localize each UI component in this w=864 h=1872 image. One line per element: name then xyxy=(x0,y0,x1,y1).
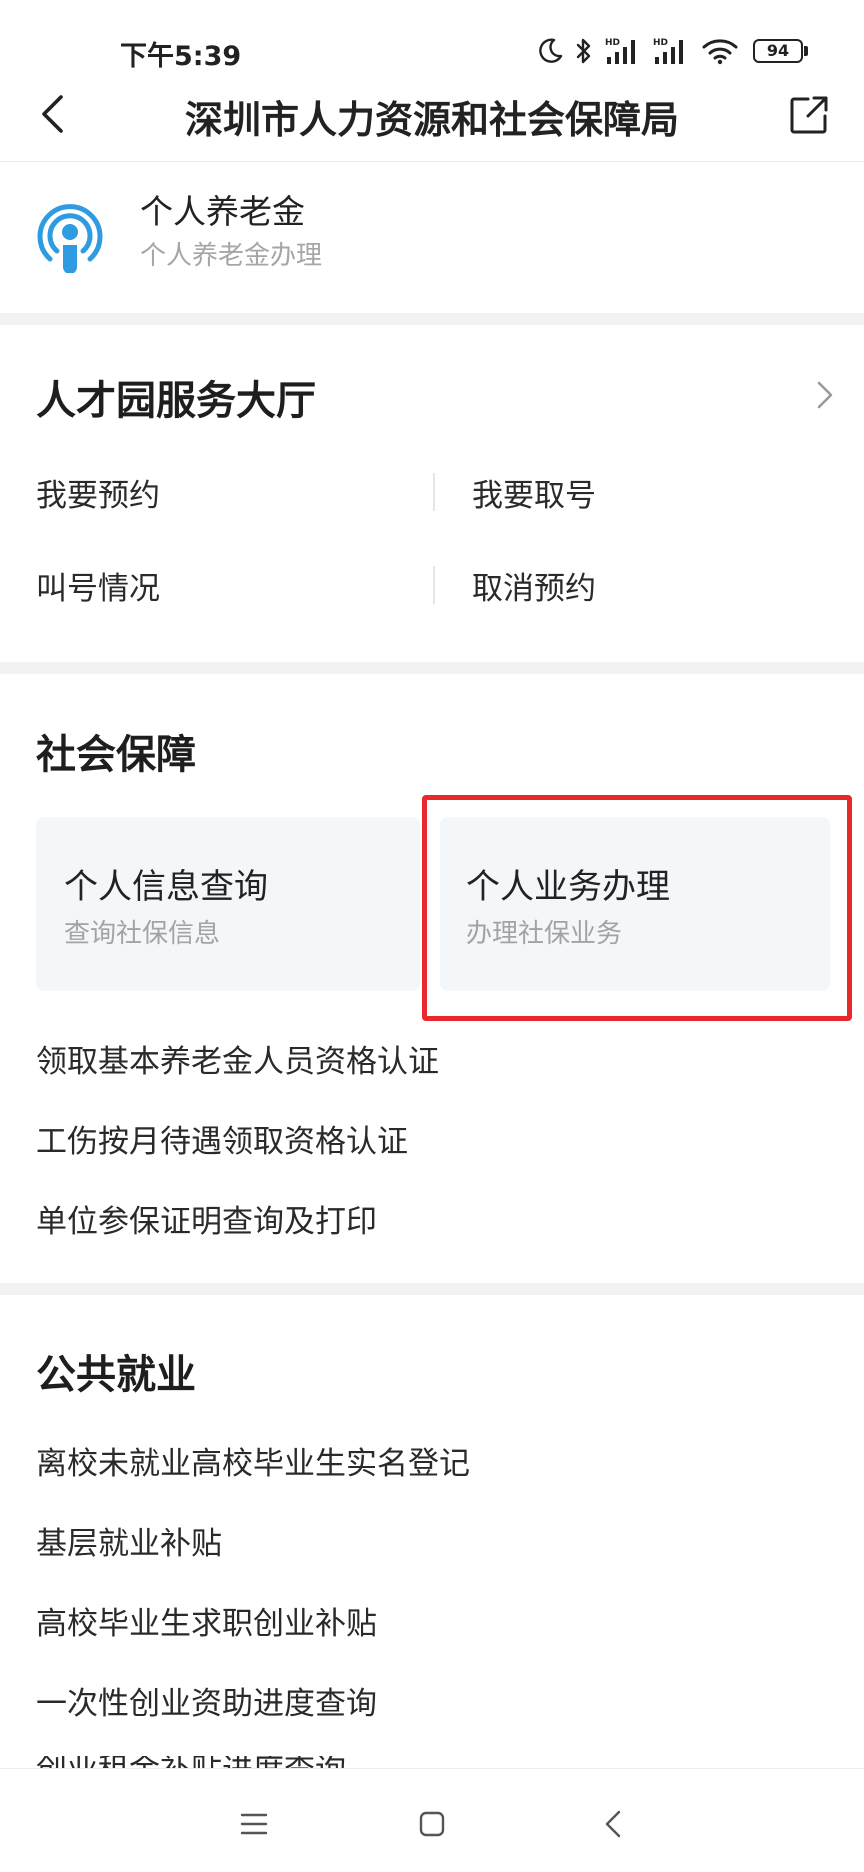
pension-subtitle: 个人养老金办理 xyxy=(140,241,323,271)
menu-icon xyxy=(240,1813,268,1835)
highlight-annotation xyxy=(422,795,852,1021)
talent-hall-title: 人才园服务大厅 xyxy=(36,378,316,424)
card-title: 个人信息查询 xyxy=(64,867,268,907)
talent-hall-more-button[interactable] xyxy=(816,380,834,414)
share-icon xyxy=(790,96,828,134)
job-startup-subsidy-link[interactable]: 高校毕业生求职创业补贴 xyxy=(36,1598,377,1643)
system-back-button[interactable] xyxy=(588,1799,638,1849)
share-button[interactable] xyxy=(782,88,836,142)
back-triangle-icon xyxy=(605,1810,621,1838)
take-number-link[interactable]: 我要取号 xyxy=(472,470,596,515)
broadcast-person-icon xyxy=(37,204,103,273)
battery-icon: 94 xyxy=(753,39,808,63)
social-security-title: 社会保障 xyxy=(36,732,196,778)
system-nav-bar xyxy=(0,1768,864,1872)
wifi-icon xyxy=(702,39,738,65)
section-divider xyxy=(0,662,864,674)
svg-text:HD: HD xyxy=(653,38,668,48)
nav-bar: 深圳市人力资源和社会保障局 xyxy=(0,72,864,162)
pension-entry[interactable]: 个人养老金 个人养老金办理 xyxy=(0,163,864,313)
section-divider xyxy=(0,1283,864,1295)
bluetooth-icon xyxy=(576,38,591,64)
battery-level: 94 xyxy=(753,39,803,63)
graduate-registration-link[interactable]: 离校未就业高校毕业生实名登记 xyxy=(36,1438,470,1483)
signal-hd-2-icon: HD xyxy=(653,38,683,64)
personal-info-query-card[interactable]: 个人信息查询 查询社保信息 xyxy=(36,817,420,991)
svg-text:HD: HD xyxy=(605,38,620,48)
pension-certification-link[interactable]: 领取基本养老金人员资格认证 xyxy=(36,1036,439,1081)
employment-title: 公共就业 xyxy=(36,1352,196,1398)
chevron-right-icon xyxy=(817,381,833,409)
card-subtitle: 查询社保信息 xyxy=(64,919,221,949)
startup-funding-query-link[interactable]: 一次性创业资助进度查询 xyxy=(36,1678,377,1723)
status-bar: 下午5:39 HD HD 94 xyxy=(0,0,864,72)
signal-hd-icon: HD xyxy=(605,38,635,64)
home-button[interactable] xyxy=(407,1799,457,1849)
home-square-icon xyxy=(419,1811,445,1837)
status-time: 下午5:39 xyxy=(120,41,242,72)
pension-title: 个人养老金 xyxy=(140,192,305,231)
insurance-proof-link[interactable]: 单位参保证明查询及打印 xyxy=(36,1196,377,1241)
menu-button[interactable] xyxy=(229,1799,279,1849)
cancel-appointment-link[interactable]: 取消预约 xyxy=(472,563,596,608)
injury-certification-link[interactable]: 工伤按月待遇领取资格认证 xyxy=(36,1116,408,1161)
call-status-link[interactable]: 叫号情况 xyxy=(36,563,160,608)
book-appointment-link[interactable]: 我要预约 xyxy=(36,470,160,515)
status-icons: HD HD 94 xyxy=(539,34,808,68)
moon-icon xyxy=(539,38,563,63)
chevron-left-icon xyxy=(42,95,63,133)
section-divider xyxy=(0,313,864,325)
back-button[interactable] xyxy=(26,88,78,140)
grassroots-subsidy-link[interactable]: 基层就业补贴 xyxy=(36,1518,222,1563)
page-title: 深圳市人力资源和社会保障局 xyxy=(184,98,679,142)
